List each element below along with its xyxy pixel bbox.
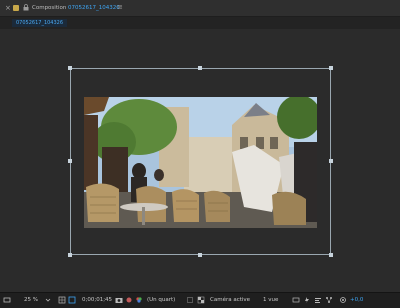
resolution-grid-icon[interactable] [58,296,66,304]
composition-tab-row: 07052617_104326 [0,17,400,29]
transform-handle-top-left[interactable] [68,66,72,70]
transform-handle-bottom-left[interactable] [68,253,72,257]
transform-handle-bottom-right[interactable] [329,253,333,257]
always-preview-icon[interactable] [3,296,11,304]
panel-titlebar: × Composition 07052617_104326 ≡ [0,0,400,17]
view-layout-dropdown[interactable]: 1 vue [263,296,278,305]
timeline-icon[interactable] [314,296,322,304]
transform-handle-bottom[interactable] [198,253,202,257]
channel-rgb-icon[interactable] [135,296,143,304]
toggle-pixel-aspect-icon[interactable] [292,296,300,304]
panel-title-label: Composition [32,5,67,11]
camera-view-dropdown[interactable]: Caméra active [210,296,250,305]
mask-toggle-icon[interactable] [68,296,76,304]
show-snapshot-icon[interactable] [125,296,133,304]
exposure-value[interactable]: +0,0 [350,296,363,305]
current-time-display[interactable]: 0;00;01;45 [82,296,112,305]
resolution-dropdown[interactable]: (Un quart) [147,296,175,305]
lock-icon[interactable] [23,4,29,11]
cafe-street-photo [84,97,317,228]
chevron-down-icon [45,296,53,304]
transform-handle-right[interactable] [329,159,333,163]
tab-composition[interactable]: 07052617_104326 [12,19,68,27]
region-of-interest-icon[interactable] [186,296,194,304]
panel-menu-icon[interactable]: ≡ [117,3,123,11]
viewer-bottom-bar: 25 % 0;00;01;45 (Un quart) Caméra active… [0,292,400,308]
magnification-dropdown[interactable]: 25 % [24,296,38,305]
footage-frame [84,97,317,228]
close-icon[interactable]: × [5,4,11,12]
composition-name[interactable]: 07052617_104326 [68,5,120,11]
transform-handle-top[interactable] [198,66,202,70]
exposure-reset-icon[interactable] [339,296,347,304]
transform-handle-left[interactable] [68,159,72,163]
transparency-grid-icon[interactable] [197,296,205,304]
label-color-swatch[interactable] [13,5,19,11]
fast-previews-icon[interactable] [303,296,311,304]
camera-snapshot-icon[interactable] [115,296,123,304]
transform-handle-top-right[interactable] [329,66,333,70]
flowchart-icon[interactable] [325,296,333,304]
